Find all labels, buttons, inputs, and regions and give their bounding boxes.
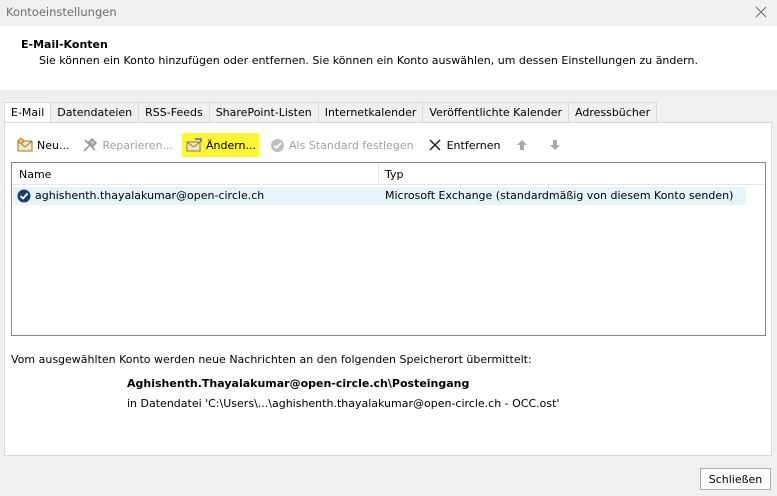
tab-address-books[interactable]: Adressbücher [568,102,658,122]
tab-internet-calendars[interactable]: Internetkalender [317,102,424,122]
new-mail-icon [16,136,34,154]
window-title: Kontoeinstellungen [6,5,117,19]
delivery-info: Vom ausgewählten Konto werden neue Nachr… [11,353,532,366]
toolbar: Neu... Reparieren... Ändern... Als Stand… [13,133,576,157]
tab-data-files[interactable]: Datendateien [50,102,140,122]
email-panel: Neu... Reparieren... Ändern... Als Stand… [4,122,772,456]
delivery-data-file: in Datendatei 'C:\Users\...\aghishenth.t… [127,397,560,410]
list-header: Name Typ [12,163,765,185]
tab-sharepoint-lists[interactable]: SharePoint-Listen [208,102,319,122]
repair-tools-icon [81,136,99,154]
remove-button[interactable]: Entfernen [423,133,504,157]
tab-email[interactable]: E-Mail [4,102,52,123]
move-up-button[interactable] [510,133,537,157]
checkmark-circle-icon [268,136,286,154]
close-icon[interactable] [751,2,771,22]
dialog-header: E-Mail-Konten Sie können ein Konto hinzu… [0,26,777,90]
column-separator [378,163,379,185]
repair-label: Reparieren... [102,138,173,152]
change-button[interactable]: Ändern... [181,133,260,157]
repair-button[interactable]: Reparieren... [78,133,176,157]
account-list[interactable]: Name Typ aghishenth.thayalakumar@open-ci… [11,162,766,336]
set-default-button[interactable]: Als Standard festlegen [265,133,417,157]
remove-label: Entfernen [446,138,501,152]
column-name[interactable]: Name [19,168,51,181]
account-type: Microsoft Exchange (standardmäßig von di… [385,189,734,202]
move-down-button[interactable] [543,133,570,157]
table-row[interactable]: aghishenth.thayalakumar@open-circle.ch M… [13,187,746,205]
close-x-icon [426,136,444,154]
arrow-down-icon [546,136,564,154]
tab-strip: E-Mail Datendateien RSS-Feeds SharePoint… [4,102,658,123]
column-type[interactable]: Typ [385,168,404,181]
change-label: Ändern... [205,138,257,152]
arrow-up-icon [513,136,531,154]
page-subtitle: Sie können ein Konto hinzufügen oder ent… [39,54,698,67]
title-bar: Kontoeinstellungen [0,0,777,26]
change-account-icon [185,136,203,154]
default-account-check-icon [17,189,31,203]
tab-rss-feeds[interactable]: RSS-Feeds [138,102,210,122]
new-account-button[interactable]: Neu... [13,133,72,157]
set-default-label: Als Standard festlegen [289,138,414,152]
close-button[interactable]: Schließen [700,468,771,490]
new-account-label: Neu... [37,138,70,152]
tab-published-calendars[interactable]: Veröffentlichte Kalender [422,102,569,122]
account-name: aghishenth.thayalakumar@open-circle.ch [35,189,265,202]
page-title: E-Mail-Konten [21,38,108,51]
delivery-location: Aghishenth.Thayalakumar@open-circle.ch\P… [127,377,470,390]
